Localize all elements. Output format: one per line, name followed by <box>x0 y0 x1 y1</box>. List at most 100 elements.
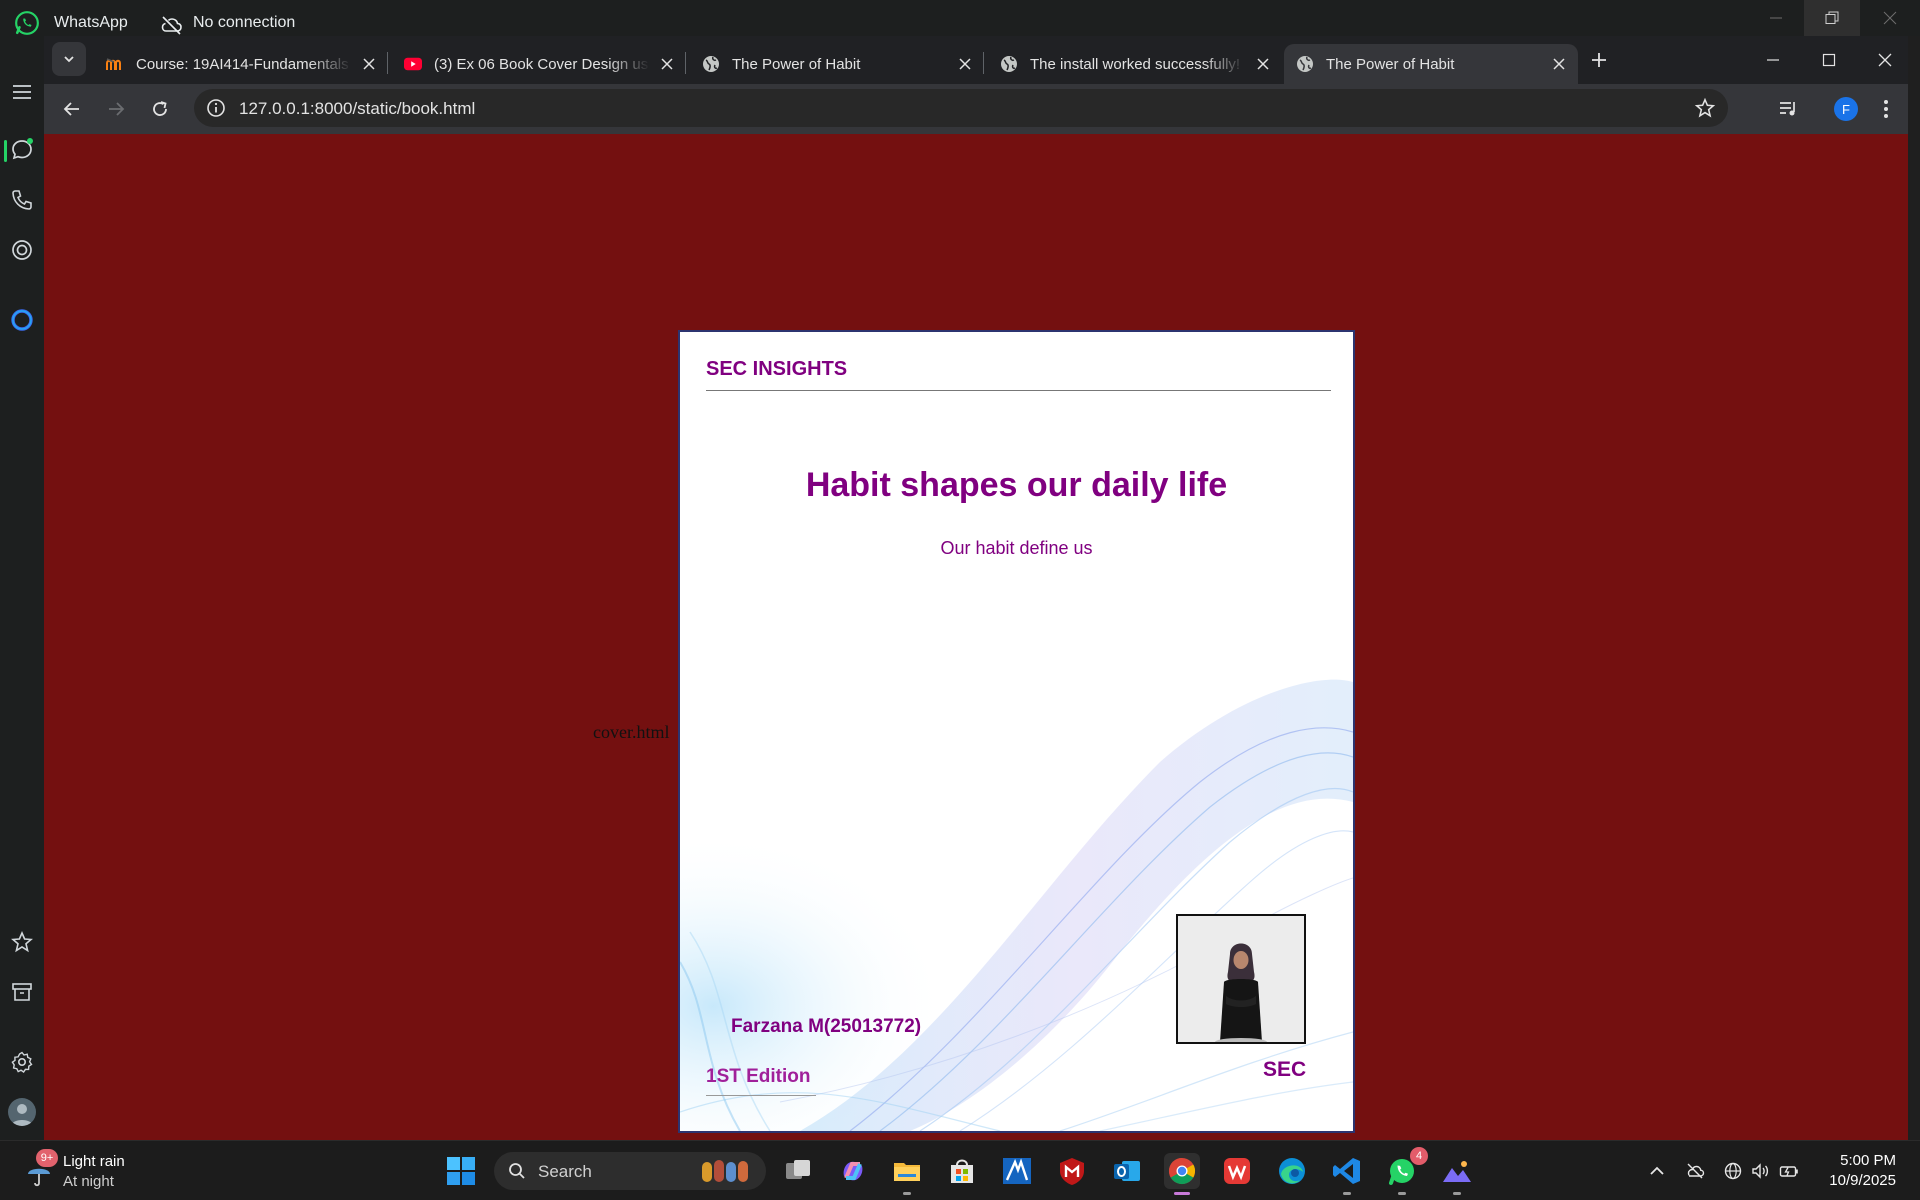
url-text[interactable]: 127.0.0.1:8000/static/book.html <box>239 99 475 119</box>
whatsapp-sidebar <box>0 36 44 1140</box>
tab-power-of-habit[interactable]: The Power of Habit <box>690 44 984 84</box>
whatsapp-close-button[interactable] <box>1862 0 1918 36</box>
tab-course[interactable]: Course: 19AI414-Fundamentals <box>94 44 388 84</box>
volume-icon[interactable] <box>1751 1161 1771 1181</box>
network-globe-icon[interactable] <box>1723 1161 1743 1181</box>
calls-icon[interactable] <box>10 188 34 212</box>
windows-logo-icon <box>447 1157 475 1185</box>
app-logo-icon <box>1003 1158 1031 1184</box>
media-controls-button[interactable] <box>1772 93 1804 125</box>
cover-edition: 1ST Edition <box>706 1066 811 1087</box>
archive-icon[interactable] <box>10 980 34 1004</box>
tab-strip: Course: 19AI414-Fundamentals (3) Ex 06 B… <box>44 36 1908 84</box>
active-indicator <box>4 140 7 162</box>
mail-icon <box>1114 1161 1140 1181</box>
mountain-photos-icon <box>1443 1161 1471 1182</box>
battery-charging-icon[interactable] <box>1779 1161 1799 1181</box>
whatsapp-restore-button[interactable] <box>1804 0 1860 36</box>
taskbar-chrome[interactable] <box>1164 1153 1200 1195</box>
weather-widget[interactable]: 9+ Light rain At night <box>20 1149 160 1193</box>
meta-ai-icon[interactable] <box>10 308 34 332</box>
person-icon <box>11 1104 33 1126</box>
back-button[interactable] <box>56 93 88 125</box>
whatsapp-unread-badge: 4 <box>1410 1147 1428 1165</box>
running-indicator <box>1343 1192 1351 1195</box>
taskbar-mcafee[interactable] <box>1054 1153 1090 1189</box>
close-tab-icon[interactable] <box>1550 55 1568 73</box>
menu-icon[interactable] <box>10 80 34 104</box>
more-vertical-icon <box>1884 100 1888 118</box>
close-tab-icon[interactable] <box>956 55 974 73</box>
cover-brand: SEC INSIGHTS <box>706 358 848 380</box>
taskbar-copilot[interactable] <box>835 1153 871 1189</box>
taskbar-search-box[interactable]: Search <box>494 1152 766 1190</box>
taskbar: 9+ Light rain At night Search 4 5:00 PM … <box>0 1140 1920 1200</box>
browser-window: Course: 19AI414-Fundamentals (3) Ex 06 B… <box>44 36 1908 1140</box>
taskbar-app-blue[interactable] <box>999 1153 1035 1189</box>
site-info-icon[interactable] <box>206 98 226 118</box>
running-indicator <box>1453 1192 1461 1195</box>
tab-title: Course: 19AI414-Fundamentals <box>136 55 349 73</box>
media-queue-icon <box>1780 102 1795 116</box>
chrome-icon <box>1168 1157 1196 1185</box>
browser-menu-button[interactable] <box>1870 93 1902 125</box>
tab-install-worked[interactable]: The install worked successfully! <box>988 44 1282 84</box>
browser-maximize-button[interactable] <box>1802 40 1856 80</box>
starred-icon[interactable] <box>10 930 34 954</box>
start-button[interactable] <box>443 1153 479 1189</box>
minimize-icon <box>1770 17 1782 19</box>
taskbar-whatsapp[interactable]: 4 <box>1384 1147 1428 1195</box>
tab-power-of-habit-active[interactable]: The Power of Habit <box>1284 44 1578 84</box>
close-tab-icon[interactable] <box>360 55 378 73</box>
chats-icon[interactable] <box>10 138 34 162</box>
reload-button[interactable] <box>144 93 176 125</box>
status-icon[interactable] <box>10 238 34 262</box>
whatsapp-minimize-button[interactable] <box>1748 0 1804 36</box>
new-tab-button[interactable] <box>1585 46 1613 74</box>
active-indicator <box>1174 1192 1190 1195</box>
bookmark-star-icon[interactable] <box>1694 97 1716 119</box>
whatsapp-titlebar: WhatsApp No connection <box>0 0 1920 36</box>
store-bag-icon <box>951 1159 973 1183</box>
close-tab-icon[interactable] <box>1254 55 1272 73</box>
moodle-icon <box>106 55 124 73</box>
edition-divider <box>706 1095 816 1096</box>
vscode-icon <box>1333 1158 1360 1184</box>
taskbar-vscode[interactable] <box>1329 1153 1365 1195</box>
browser-close-button[interactable] <box>1858 40 1912 80</box>
browser-minimize-button[interactable] <box>1746 40 1800 80</box>
close-icon <box>1883 11 1897 25</box>
address-bar[interactable]: 127.0.0.1:8000/static/book.html <box>194 89 1728 127</box>
tab-title: (3) Ex 06 Book Cover Design usi <box>434 55 650 73</box>
tab-search-button[interactable] <box>52 42 86 76</box>
wps-office-icon <box>1224 1158 1250 1184</box>
search-placeholder: Search <box>538 1162 592 1181</box>
profile-avatar[interactable] <box>8 1098 36 1126</box>
taskbar-store[interactable] <box>944 1153 980 1189</box>
tab-youtube[interactable]: (3) Ex 06 Book Cover Design usi <box>392 44 686 84</box>
task-view-icon <box>786 1160 810 1179</box>
taskbar-clock[interactable]: 5:00 PM 10/9/2025 <box>1829 1151 1896 1191</box>
weather-period: At night <box>63 1173 114 1190</box>
close-icon <box>1878 53 1892 67</box>
brand-divider <box>706 390 1331 391</box>
settings-icon[interactable] <box>10 1050 34 1074</box>
cover-author: Farzana M(25013772) <box>731 1016 922 1037</box>
taskbar-outlook[interactable] <box>1109 1153 1145 1189</box>
shield-icon <box>1060 1158 1084 1185</box>
weather-badge: 9+ <box>36 1149 58 1167</box>
chevron-up-icon[interactable] <box>1647 1161 1667 1181</box>
taskbar-task-view[interactable] <box>780 1153 816 1189</box>
taskbar-photos[interactable] <box>1439 1153 1475 1195</box>
whatsapp-logo-icon <box>15 11 39 35</box>
profile-avatar[interactable]: F <box>1834 97 1858 121</box>
close-tab-icon[interactable] <box>658 55 676 73</box>
taskbar-edge[interactable] <box>1274 1153 1310 1189</box>
restore-icon <box>1825 11 1839 24</box>
taskbar-file-explorer[interactable] <box>889 1153 925 1195</box>
taskbar-wps[interactable] <box>1219 1153 1255 1189</box>
copilot-icon <box>843 1161 863 1181</box>
forward-button[interactable] <box>100 93 132 125</box>
cover-subtitle: Our habit define us <box>940 538 1093 558</box>
onedrive-offline-icon[interactable] <box>1685 1161 1705 1181</box>
